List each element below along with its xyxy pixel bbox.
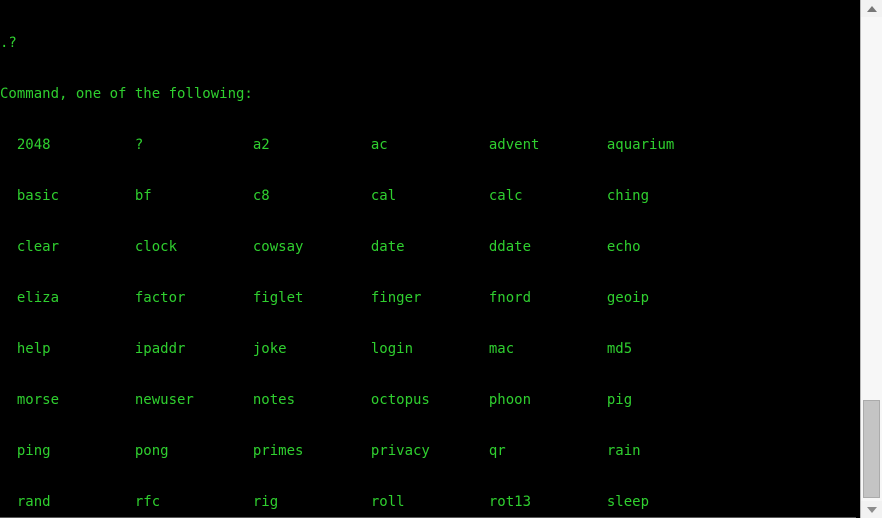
terminal-line-command-row: basic bf c8 cal calc ching — [0, 188, 650, 204]
scrollbar-track[interactable] — [861, 17, 882, 501]
terminal-output[interactable]: .? Command, one of the following: 2048 ?… — [0, 0, 856, 510]
terminal-screen: .? Command, one of the following: 2048 ?… — [0, 0, 882, 518]
terminal-line-command-row: ping pong primes privacy qr rain — [0, 443, 641, 459]
terminal-line-command-row: 2048 ? a2 ac advent aquarium — [0, 137, 675, 153]
terminal-line-command-row: rand rfc rig roll rot13 sleep — [0, 494, 650, 510]
scroll-down-arrow-button[interactable] — [861, 501, 882, 518]
terminal-line-command-row: help ipaddr joke login mac md5 — [0, 341, 633, 357]
scroll-up-arrow-button[interactable] — [861, 0, 882, 17]
triangle-down-icon — [866, 506, 877, 513]
terminal-line-command-row: clear clock cowsay date ddate echo — [0, 239, 641, 255]
scrollbar-thumb[interactable] — [863, 400, 880, 498]
triangle-up-icon — [866, 5, 877, 12]
terminal-line-commands-header: Command, one of the following: — [0, 86, 253, 102]
vertical-scrollbar[interactable] — [860, 0, 882, 518]
terminal-line-command-row: morse newuser notes octopus phoon pig — [0, 392, 633, 408]
terminal-line-prompt-help: .? — [0, 35, 17, 51]
terminal-line-command-row: eliza factor figlet finger fnord geoip — [0, 290, 650, 306]
